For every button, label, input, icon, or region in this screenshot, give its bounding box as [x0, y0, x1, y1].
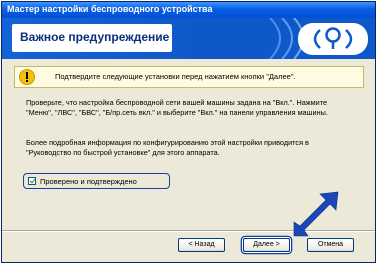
confirm-checkbox-label[interactable]: Проверено и подтверждено: [40, 177, 137, 186]
cancel-button[interactable]: Отмена: [307, 238, 354, 252]
header-title-box: Важное предупреждение: [12, 24, 172, 52]
next-button[interactable]: Далее >: [243, 238, 290, 252]
page-title: Важное предупреждение: [20, 30, 170, 44]
warning-icon: [19, 69, 35, 85]
instructions-paragraph: Проверьте, что настройка беспроводной се…: [26, 98, 328, 117]
title-bar[interactable]: Мастер настройки беспроводного устройств…: [2, 2, 375, 18]
wizard-window: Мастер настройки беспроводного устройств…: [1, 1, 376, 263]
confirm-checkbox[interactable]: [28, 177, 36, 185]
pointer-arrow-icon: [293, 191, 339, 237]
back-button[interactable]: < Назад: [178, 238, 225, 252]
warning-bar: Подтвердите следующие установки перед на…: [14, 66, 364, 88]
wizard-header: Важное предупреждение: [2, 18, 375, 59]
confirm-checkbox-group[interactable]: Проверено и подтверждено: [23, 173, 170, 189]
warning-text: Подтвердите следующие установки перед на…: [55, 72, 296, 81]
window-title: Мастер настройки беспроводного устройств…: [7, 4, 213, 14]
info-paragraph: Более подробная информация по конфигурир…: [26, 138, 309, 157]
wireless-wave-logo-icon: [269, 18, 368, 59]
